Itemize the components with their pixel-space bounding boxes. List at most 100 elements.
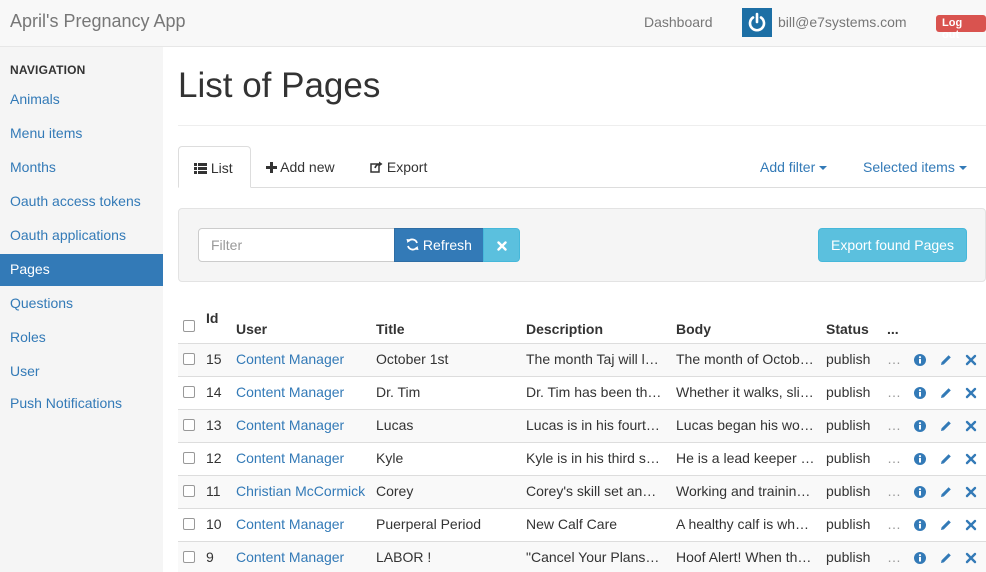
select-all-checkbox[interactable] (183, 320, 195, 332)
sidebar-item-push-notifications[interactable]: Push Notifications (0, 388, 163, 420)
description-cell: Dr. Tim has been th… (526, 384, 662, 400)
sidebar-item-questions[interactable]: Questions (0, 288, 163, 320)
row-checkbox[interactable] (183, 353, 195, 365)
status-cell: publish (826, 516, 871, 532)
delete-icon[interactable] (965, 386, 977, 399)
pencil-icon[interactable] (940, 518, 952, 530)
selected-items-dropdown[interactable]: Selected items (863, 159, 967, 175)
column-header-more: ... (887, 321, 899, 337)
filter-input[interactable] (198, 228, 395, 262)
clear-filter-button[interactable] (483, 228, 520, 262)
delete-icon[interactable] (965, 518, 977, 531)
pencil-icon[interactable] (940, 386, 952, 398)
page-title: List of Pages (178, 66, 381, 105)
description-cell: New Calf Care (526, 516, 618, 532)
plus-icon (266, 162, 277, 173)
body-cell: Working and trainin… (676, 483, 811, 499)
sidebar-header: NAVIGATION (10, 63, 86, 77)
user-link[interactable]: Content Manager (236, 450, 370, 466)
refresh-button[interactable]: Refresh (394, 228, 484, 262)
row-checkbox[interactable] (183, 419, 195, 431)
tab-add-new-label: Add new (280, 159, 335, 175)
tab-list[interactable]: List (178, 146, 251, 188)
sidebar-item-menu-items[interactable]: Menu items (0, 118, 163, 150)
list-icon (194, 163, 207, 174)
column-header-user[interactable]: User (236, 321, 267, 337)
column-header-id[interactable]: Id (206, 310, 218, 326)
user-link[interactable]: Content Manager (236, 549, 370, 565)
sidebar-item-oauth-access-tokens[interactable]: Oauth access tokens (0, 186, 163, 218)
times-icon (496, 241, 507, 251)
row-checkbox[interactable] (183, 485, 195, 497)
add-filter-dropdown[interactable]: Add filter (760, 159, 828, 175)
delete-icon[interactable] (965, 353, 977, 366)
dashboard-link[interactable]: Dashboard (644, 14, 713, 30)
pencil-icon[interactable] (940, 353, 952, 365)
info-icon[interactable] (914, 485, 926, 498)
sidebar-item-user[interactable]: User (0, 356, 163, 388)
app-brand[interactable]: April's Pregnancy App (10, 11, 186, 32)
description-cell: Corey's skill set and… (526, 483, 662, 499)
user-link[interactable]: Content Manager (236, 384, 370, 400)
row-checkbox[interactable] (183, 452, 195, 464)
title-cell: LABOR ! (376, 549, 432, 565)
user-link[interactable]: Christian McCormick (236, 483, 370, 499)
user-email-link[interactable]: bill@e7systems.com (778, 14, 907, 30)
tab-export[interactable]: Export (370, 146, 427, 188)
pencil-icon[interactable] (940, 452, 952, 464)
sidebar-item-animals[interactable]: Animals (0, 84, 163, 116)
status-cell: publish (826, 483, 871, 499)
info-icon[interactable] (914, 452, 926, 465)
info-icon[interactable] (914, 386, 926, 399)
sidebar-item-months[interactable]: Months (0, 152, 163, 184)
row-checkbox[interactable] (183, 386, 195, 398)
logout-button[interactable]: Log out (936, 15, 986, 41)
more-cell: … (887, 549, 901, 565)
title-cell: Puerperal Period (376, 516, 482, 532)
column-header-title[interactable]: Title (376, 321, 405, 337)
export-found-button[interactable]: Export found Pages (818, 228, 967, 262)
delete-icon[interactable] (965, 485, 977, 498)
info-icon[interactable] (914, 353, 926, 366)
title-cell: Corey (376, 483, 414, 499)
pencil-icon[interactable] (940, 551, 952, 563)
status-cell: publish (826, 450, 871, 466)
delete-icon[interactable] (965, 419, 977, 432)
column-header-body[interactable]: Body (676, 321, 711, 337)
pencil-icon[interactable] (940, 419, 952, 431)
row-divider (178, 376, 986, 377)
refresh-label: Refresh (422, 237, 472, 253)
user-avatar[interactable] (742, 8, 772, 37)
more-cell: … (887, 516, 901, 532)
status-cell: publish (826, 549, 871, 565)
user-link[interactable]: Content Manager (236, 417, 370, 433)
delete-icon[interactable] (965, 551, 977, 564)
info-icon[interactable] (914, 518, 926, 531)
column-header-status[interactable]: Status (826, 321, 869, 337)
sidebar-item-oauth-applications[interactable]: Oauth applications (0, 220, 163, 252)
power-icon (748, 12, 766, 32)
id-cell: 10 (206, 516, 222, 532)
info-icon[interactable] (914, 419, 926, 432)
more-cell: … (887, 417, 901, 433)
more-cell: … (887, 450, 901, 466)
row-checkbox[interactable] (183, 518, 195, 530)
tab-add-new[interactable]: Add new (266, 146, 335, 188)
info-icon[interactable] (914, 551, 926, 564)
delete-icon[interactable] (965, 452, 977, 465)
body-cell: A healthy calf is wh… (676, 516, 810, 532)
body-cell: Whether it walks, sli… (676, 384, 814, 400)
sidebar-item-roles[interactable]: Roles (0, 322, 163, 354)
row-checkbox[interactable] (183, 551, 195, 563)
more-cell: … (887, 384, 901, 400)
status-cell: publish (826, 417, 871, 433)
user-link[interactable]: Content Manager (236, 516, 370, 532)
user-link[interactable]: Content Manager (236, 351, 370, 367)
pencil-icon[interactable] (940, 485, 952, 497)
tab-list-label: List (210, 160, 233, 176)
description-cell: Lucas is in his fourt… (526, 417, 660, 433)
id-cell: 9 (206, 549, 214, 565)
column-header-description[interactable]: Description (526, 321, 603, 337)
tab-export-label: Export (386, 159, 428, 175)
sidebar-item-pages[interactable]: Pages (0, 254, 163, 286)
